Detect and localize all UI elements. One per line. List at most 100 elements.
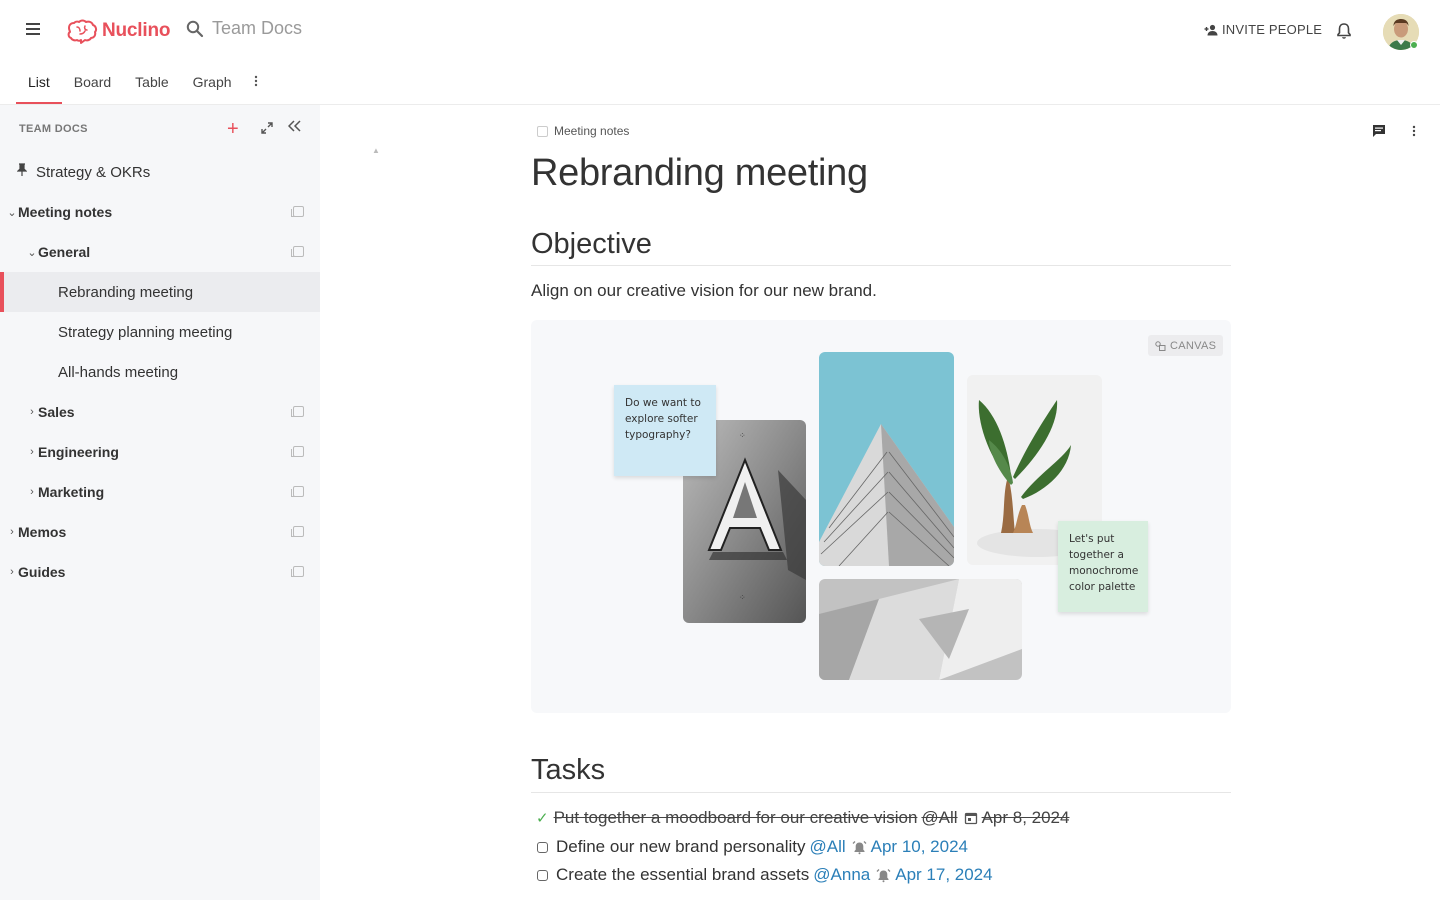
chevron-right-icon[interactable]: › bbox=[7, 566, 17, 578]
tab-table[interactable]: Table bbox=[123, 64, 180, 104]
objective-heading[interactable]: Objective bbox=[531, 228, 652, 261]
task-checkbox[interactable] bbox=[537, 869, 548, 881]
canvas-badge-label: CANVAS bbox=[1170, 339, 1217, 352]
invite-people-button[interactable]: INVITE PEOPLE bbox=[1204, 22, 1322, 37]
heading-divider bbox=[531, 265, 1231, 266]
checked-icon[interactable]: ✓ bbox=[536, 809, 549, 827]
more-options-icon[interactable] bbox=[1412, 124, 1416, 143]
sidebar-item-memos[interactable]: › Memos bbox=[0, 512, 320, 552]
chevron-down-icon[interactable]: ⌄ bbox=[27, 246, 37, 259]
top-bar: Nuclino INVITE PEOPLE bbox=[0, 0, 1440, 64]
canvas-icon bbox=[1155, 340, 1166, 351]
sidebar-item-all-hands-meeting[interactable]: All-hands meeting bbox=[0, 352, 320, 392]
tab-graph[interactable]: Graph bbox=[181, 64, 244, 104]
calendar-icon bbox=[964, 811, 978, 825]
sidebar-item-general[interactable]: ⌄ General bbox=[0, 232, 320, 272]
search-bar[interactable] bbox=[186, 18, 372, 39]
brain-logo-icon bbox=[67, 19, 98, 44]
due-date[interactable]: Apr 10, 2024 bbox=[871, 837, 968, 857]
copy-icon[interactable] bbox=[291, 246, 304, 257]
sticky-note[interactable]: Let's put together a monochrome color pa… bbox=[1058, 521, 1148, 612]
mention-link[interactable]: @All bbox=[921, 808, 957, 828]
task-item[interactable]: Define our new brand personality @All Ap… bbox=[536, 837, 968, 857]
task-text: Create the essential brand assets bbox=[556, 865, 810, 884]
sidebar-item-meeting-notes[interactable]: ⌄ Meeting notes bbox=[0, 192, 320, 232]
app-logo[interactable]: Nuclino bbox=[66, 18, 170, 44]
add-person-icon bbox=[1204, 24, 1218, 35]
sidebar-item-label: Guides bbox=[18, 564, 66, 580]
search-icon bbox=[186, 20, 204, 37]
sidebar-item-label: Strategy planning meeting bbox=[58, 323, 233, 341]
svg-text:⁘: ⁘ bbox=[739, 431, 746, 440]
sidebar-item-label: Sales bbox=[38, 404, 75, 420]
task-checkbox[interactable] bbox=[537, 841, 548, 853]
mention-link[interactable]: @All bbox=[809, 837, 845, 857]
app-name: Nuclino bbox=[102, 20, 171, 41]
collection-icon bbox=[537, 125, 548, 137]
pin-icon bbox=[16, 163, 28, 181]
sidebar-item-label: Strategy & OKRs bbox=[36, 163, 151, 181]
task-text: Define our new brand personality bbox=[556, 837, 806, 856]
notifications-bell-icon[interactable] bbox=[1336, 22, 1352, 45]
online-status-dot bbox=[1410, 41, 1418, 49]
sidebar-item-guides[interactable]: › Guides bbox=[0, 552, 320, 592]
copy-icon[interactable] bbox=[291, 206, 304, 217]
sticky-note[interactable]: Do we want to explore softer typography? bbox=[614, 385, 716, 476]
geometric-image[interactable] bbox=[819, 579, 1022, 680]
copy-icon[interactable] bbox=[291, 526, 304, 537]
due-date[interactable]: Apr 8, 2024 bbox=[982, 808, 1070, 828]
page-title[interactable]: Rebranding meeting bbox=[531, 152, 868, 195]
mention-link[interactable]: @Anna bbox=[813, 865, 870, 885]
view-tabs: List Board Table Graph bbox=[16, 64, 268, 104]
copy-icon[interactable] bbox=[291, 486, 304, 497]
sidebar-item-label: All-hands meeting bbox=[58, 363, 179, 381]
reminder-icon bbox=[852, 840, 867, 855]
tab-list[interactable]: List bbox=[16, 64, 62, 104]
sidebar-item-label: Engineering bbox=[38, 444, 119, 460]
sidebar-item-strategy-okrs[interactable]: Strategy & OKRs bbox=[0, 152, 320, 192]
breadcrumb-label: Meeting notes bbox=[554, 124, 630, 138]
chevron-right-icon[interactable]: › bbox=[27, 406, 37, 418]
task-item[interactable]: ✓ Put together a moodboard for our creat… bbox=[536, 808, 1069, 828]
invite-label: INVITE PEOPLE bbox=[1222, 22, 1323, 37]
sidebar-item-strategy-planning-meeting[interactable]: Strategy planning meeting bbox=[0, 312, 320, 352]
chevron-down-icon[interactable]: ⌄ bbox=[7, 206, 17, 219]
sidebar: TEAM DOCS + Strategy & OKRs ⌄ Meeting no… bbox=[0, 105, 320, 900]
heading-divider bbox=[531, 792, 1231, 793]
sidebar-item-label: Memos bbox=[18, 524, 67, 540]
chevron-right-icon[interactable]: › bbox=[27, 486, 37, 498]
add-item-icon[interactable]: + bbox=[227, 119, 239, 139]
copy-icon[interactable] bbox=[291, 566, 304, 577]
tasks-heading[interactable]: Tasks bbox=[531, 754, 605, 787]
hamburger-menu-icon[interactable] bbox=[22, 20, 44, 44]
tab-board[interactable]: Board bbox=[62, 64, 123, 104]
sidebar-item-engineering[interactable]: › Engineering bbox=[0, 432, 320, 472]
sidebar-item-sales[interactable]: › Sales bbox=[0, 392, 320, 432]
sidebar-item-label: Rebranding meeting bbox=[58, 283, 194, 301]
sidebar-title: TEAM DOCS bbox=[19, 123, 88, 135]
sidebar-item-marketing[interactable]: › Marketing bbox=[0, 472, 320, 512]
more-views-icon[interactable] bbox=[244, 64, 268, 104]
svg-text:⁘: ⁘ bbox=[739, 593, 746, 602]
copy-icon[interactable] bbox=[291, 406, 304, 417]
due-date[interactable]: Apr 17, 2024 bbox=[895, 865, 992, 885]
sidebar-item-label: Meeting notes bbox=[18, 204, 113, 220]
reminder-icon bbox=[876, 868, 891, 883]
copy-icon[interactable] bbox=[291, 446, 304, 457]
objective-text[interactable]: Align on our creative vision for our new… bbox=[531, 281, 877, 301]
search-input[interactable] bbox=[212, 18, 372, 39]
chevron-right-icon[interactable]: › bbox=[7, 526, 17, 538]
sidebar-item-label: Marketing bbox=[38, 484, 105, 500]
expand-all-icon[interactable] bbox=[261, 121, 273, 139]
sidebar-item-label: General bbox=[38, 244, 91, 260]
canvas-badge[interactable]: CANVAS bbox=[1148, 335, 1224, 356]
chevron-right-icon[interactable]: › bbox=[27, 446, 37, 458]
gutter-marker: ▲ bbox=[372, 146, 380, 155]
collapse-sidebar-icon[interactable] bbox=[287, 119, 302, 135]
building-image[interactable] bbox=[819, 352, 954, 566]
task-text: Put together a moodboard for our creativ… bbox=[553, 808, 918, 827]
comments-icon[interactable] bbox=[1372, 124, 1386, 143]
sidebar-item-rebranding-meeting[interactable]: Rebranding meeting bbox=[0, 272, 320, 312]
task-item[interactable]: Create the essential brand assets @Anna … bbox=[536, 865, 993, 885]
breadcrumb[interactable]: Meeting notes bbox=[537, 124, 629, 138]
